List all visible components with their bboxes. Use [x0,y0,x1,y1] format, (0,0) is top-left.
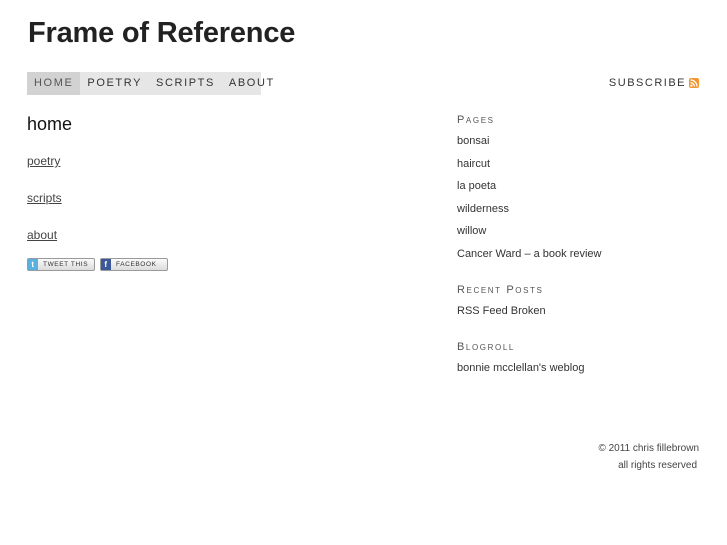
sidebar-item-cancer-ward[interactable]: Cancer Ward – a book review [457,247,707,262]
tweet-this-label: TWEET THIS [43,261,89,268]
rights-text: all rights reserved [618,460,697,471]
facebook-share-button[interactable]: f FACEBOOK [100,258,168,271]
blogroll-item[interactable]: bonnie mcclellan's weblog [457,361,707,376]
recent-posts-widget: Recent Posts RSS Feed Broken [457,284,707,319]
nav-item-poetry[interactable]: POETRY [80,72,149,95]
recent-posts-title: Recent Posts [457,283,544,296]
pages-widget: Pages bonsai haircut la poeta wilderness… [457,114,707,262]
tweet-this-button[interactable]: t TWEET THIS [27,258,95,271]
recent-post-item[interactable]: RSS Feed Broken [457,304,707,319]
sidebar-item-haircut[interactable]: haircut [457,157,707,172]
link-scripts[interactable]: scripts [27,190,427,206]
subscribe-label: SUBSCRIBE [608,77,686,89]
link-poetry[interactable]: poetry [27,153,427,169]
pages-list: bonsai haircut la poeta wilderness willo… [457,134,707,262]
link-about[interactable]: about [27,227,427,243]
facebook-icon: f [101,259,111,270]
sidebar-item-wilderness[interactable]: wilderness [457,202,707,217]
copyright-text: © 2011 chris fillebrown [598,443,699,454]
blogroll-title: Blogroll [457,340,515,353]
nav-item-home[interactable]: HOME [27,72,81,95]
page-title: home [27,114,73,134]
blogroll-list: bonnie mcclellan's weblog [457,361,707,376]
rss-icon [689,78,699,88]
share-buttons: t TWEET THIS f FACEBOOK [27,258,427,271]
site-title[interactable]: Frame of Reference [28,17,295,50]
recent-posts-list: RSS Feed Broken [457,304,707,319]
sidebar-item-la-poeta[interactable]: la poeta [457,179,707,194]
sidebar: Pages bonsai haircut la poeta wilderness… [457,114,707,398]
footer: © 2011 chris fillebrown all rights reser… [598,440,699,474]
sidebar-item-bonsai[interactable]: bonsai [457,134,707,149]
blogroll-widget: Blogroll bonnie mcclellan's weblog [457,341,707,376]
page-links: poetry scripts about [27,153,427,243]
twitter-icon: t [28,259,38,270]
main-nav: HOME POETRY SCRIPTS ABOUT [27,72,273,95]
subscribe-link[interactable]: SUBSCRIBE [609,77,699,89]
pages-title: Pages [457,114,495,126]
sidebar-item-willow[interactable]: willow [457,224,707,239]
main-content: home poetry scripts about t TWEET THIS f… [27,114,427,271]
nav-item-scripts[interactable]: SCRIPTS [149,72,222,95]
nav-item-about[interactable]: ABOUT [222,72,282,95]
facebook-label: FACEBOOK [116,261,157,268]
